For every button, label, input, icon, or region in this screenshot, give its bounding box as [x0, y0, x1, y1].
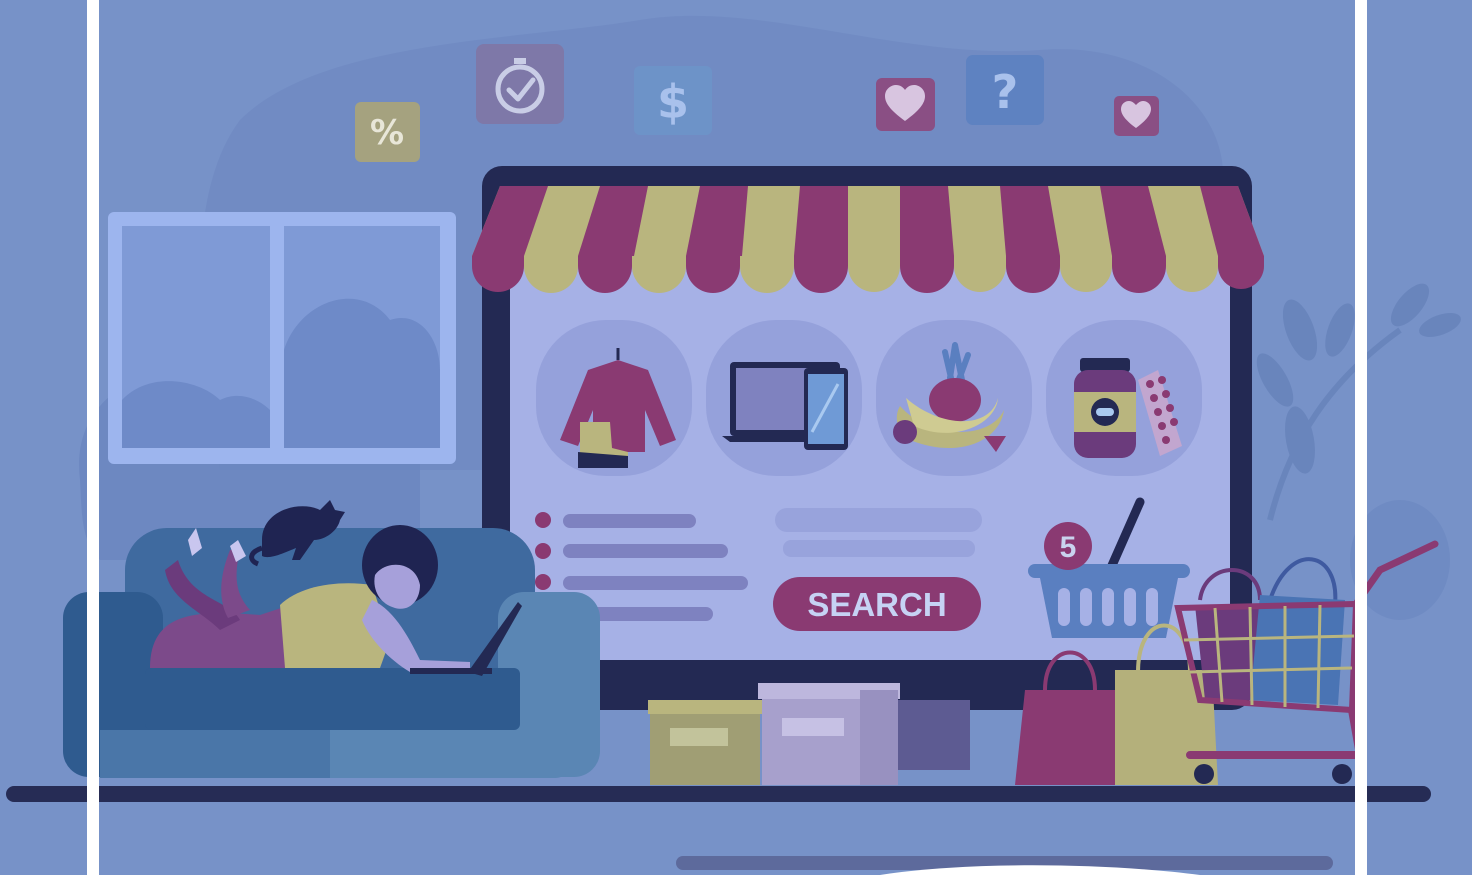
percent-tag-icon: %	[355, 102, 420, 162]
basket-count: 5	[1060, 531, 1077, 564]
electronics-icon	[722, 362, 848, 450]
floor-line	[6, 786, 1431, 802]
search-button-label: SEARCH	[807, 586, 946, 623]
search-input-secondary[interactable]	[783, 540, 975, 557]
svg-text:?: ?	[992, 65, 1019, 119]
stopwatch-check-icon	[476, 44, 564, 124]
svg-text:$: $	[657, 75, 689, 129]
heart-icon	[1114, 96, 1159, 136]
online-shopping-illustration: % $ ? SEARCH 5	[0, 0, 1472, 875]
frame-line-left	[87, 0, 99, 875]
list-item	[563, 544, 728, 558]
list-item	[563, 514, 696, 528]
frame-line-right	[1355, 0, 1367, 875]
awning-scallops	[472, 256, 1264, 293]
search-button[interactable]: SEARCH	[773, 577, 981, 631]
search-input[interactable]	[775, 508, 982, 532]
question-icon: ?	[966, 55, 1044, 125]
list-bullet	[535, 574, 551, 590]
shop-awning	[472, 186, 1264, 293]
list-item	[563, 576, 748, 590]
dollar-icon: $	[634, 66, 712, 135]
list-bullet	[535, 512, 551, 528]
svg-text:%: %	[370, 113, 404, 153]
heart-icon	[876, 78, 935, 131]
basket-count-badge: 5	[1044, 522, 1092, 570]
list-bullet	[535, 543, 551, 559]
window	[108, 212, 456, 464]
